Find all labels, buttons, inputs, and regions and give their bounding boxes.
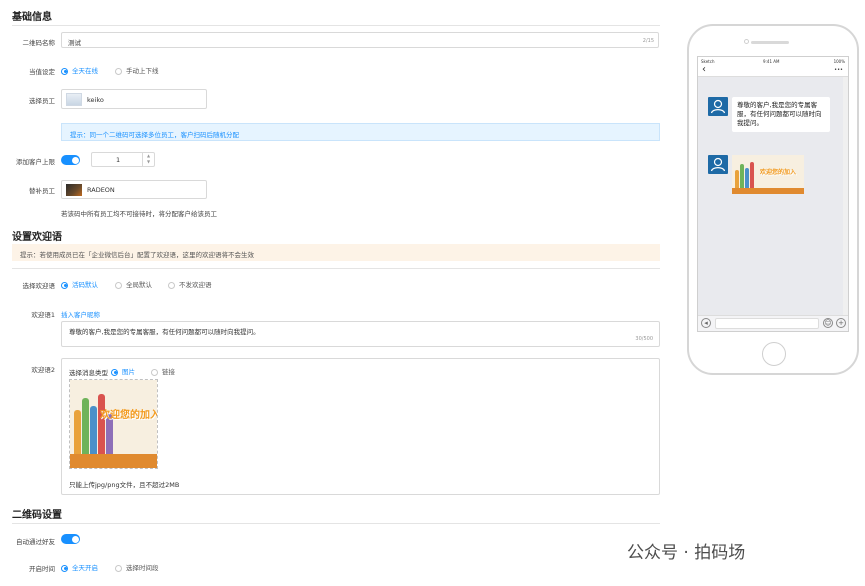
limit-stepper[interactable]: 1 ▲ ▼ [91,152,155,167]
radio-full-day-online[interactable]: 全天在线 [61,65,98,75]
section-title-qr: 二维码设置 [12,510,62,521]
time-label: 开启时间 [29,565,55,573]
limit-value: 1 [116,156,121,164]
radio-off-icon [115,564,122,572]
speaker-icon [751,41,789,44]
radio-label: 全天在线 [72,67,98,75]
welcome-image-caption: 欢迎您的加入 [100,410,157,421]
radio-type-image[interactable]: 图片 [111,366,135,376]
backup-avatar [66,184,82,196]
qr-name-value: 测试 [68,39,81,47]
radio-label: 链接 [162,368,175,376]
radio-on-icon [61,67,68,75]
chat-bubble-text: 尊敬的客户,我是您的专属客服，有任何问题都可以随时向我提问。 [732,97,830,132]
upload-tip: 只能上传jpg/png文件，且不超过2MB [69,481,180,489]
radio-label: 选择时间段 [126,564,159,572]
radio-time-range[interactable]: 选择时间段 [115,562,159,572]
qr-name-input[interactable]: 测试 2/15 [61,32,659,48]
radio-all-day[interactable]: 全天开启 [61,562,98,572]
chat-image-caption: 欢迎您的加入 [760,169,797,176]
welcome-notice-text: 提示：若使用成员已在「企业微信后台」配置了欢迎语，这里的欢迎语将不会生效 [20,251,254,259]
stepper-arrows-icon[interactable]: ▲ ▼ [142,153,154,166]
msg1-label: 欢迎语1 [31,311,55,319]
radio-on-icon [61,564,68,572]
plus-icon[interactable]: + [836,318,846,328]
staff-avatar [66,93,82,106]
msg2-label: 欢迎语2 [31,366,55,374]
section-divider [12,523,660,524]
msg1-count: 30/500 [635,336,653,342]
welcome-image: 欢迎您的加入 [70,380,157,468]
qr-name-label: 二维码名称 [22,39,56,47]
battery: 100% [833,59,845,64]
staff-select[interactable]: keiko [61,89,207,109]
section-title-basic: 基础信息 [12,12,52,23]
backup-name: RADEON [87,186,115,194]
qr-name-count: 2/15 [642,38,654,44]
radio-label: 图片 [122,368,135,376]
radio-off-icon [115,281,122,289]
back-icon[interactable]: ‹ [702,64,706,75]
emoji-icon[interactable]: ☺ [823,318,833,328]
status-label: 当值设定 [29,68,55,76]
msg-type-label: 选择消息类型 [69,369,108,377]
section-divider [12,25,660,26]
chat-text-input[interactable] [715,318,819,329]
scrollbar[interactable] [843,77,848,317]
backup-label: 替补员工 [29,187,55,195]
msg2-box: 选择消息类型 图片 链接 欢迎您的加入 只能上传jpg/png文件，且不超过2M… [61,358,660,495]
radio-label: 手动上下线 [126,67,159,75]
radio-no-welcome[interactable]: 不发欢迎语 [168,279,212,289]
radio-global-default[interactable]: 全局默认 [115,279,152,289]
camera-icon [744,39,749,44]
phone-screen: Sketch 9:41 AM 100% ‹ ••• 尊敬的客户,我是您的专属客服… [697,56,849,332]
staff-label: 选择员工 [29,97,55,105]
radio-off-icon [151,368,158,376]
watermark: 公众号 · 拍码场 [627,543,746,563]
welcome-select-label: 选择欢迎语 [22,282,56,290]
staff-tip-text: 提示：同一个二维码可选择多位员工，客户扫码后随机分配 [70,131,239,139]
radio-label: 全局默认 [126,281,152,289]
chat-input-bar: ◂ ☺ + [698,315,848,331]
section-title-welcome: 设置欢迎语 [12,232,62,243]
more-icon[interactable]: ••• [834,67,843,73]
backup-tip: 若该码中所有员工均不可接待时，将分配客户给该员工 [61,210,217,218]
status-bar: Sketch 9:41 AM 100% [698,57,848,65]
radio-off-icon [115,67,122,75]
staff-name: keiko [87,96,104,104]
backup-select[interactable]: RADEON [61,180,207,199]
section-divider [12,268,660,269]
radio-type-link[interactable]: 链接 [151,366,175,376]
insert-nickname-link[interactable]: 插入客户昵称 [61,309,100,319]
radio-manual-online[interactable]: 手动上下线 [115,65,159,75]
voice-icon[interactable]: ◂ [701,318,711,328]
radio-on-icon [111,368,118,376]
agent-avatar-icon [708,97,728,116]
auto-accept-toggle[interactable] [61,534,80,544]
msg1-text: 尊敬的客户,我是您的专属客服，有任何问题都可以随时向我提问。 [69,328,260,336]
chat-nav: ‹ ••• [698,64,848,77]
msg1-textarea[interactable]: 尊敬的客户,我是您的专属客服，有任何问题都可以随时向我提问。 30/500 [61,321,660,347]
image-upload-area[interactable]: 欢迎您的加入 [69,379,158,469]
welcome-notice-box: 提示：若使用成员已在「企业微信后台」配置了欢迎语，这里的欢迎语将不会生效 [12,244,660,261]
radio-off-icon [168,281,175,289]
staff-tip-box: 提示：同一个二维码可选择多位员工，客户扫码后随机分配 [61,123,660,141]
limit-toggle[interactable] [61,155,80,165]
radio-label: 活码默认 [72,281,98,289]
chat-bubble-image: 欢迎您的加入 [732,155,804,194]
home-button[interactable] [762,342,786,366]
limit-label: 添加客户上限 [16,158,55,166]
phone-preview: Sketch 9:41 AM 100% ‹ ••• 尊敬的客户,我是您的专属客服… [687,24,859,375]
status-time: 9:41 AM [763,59,780,64]
auto-accept-label: 自动通过好友 [16,538,55,546]
radio-label: 全天开启 [72,564,98,572]
radio-on-icon [61,281,68,289]
radio-qr-default[interactable]: 活码默认 [61,279,98,289]
agent-avatar-icon [708,155,728,174]
radio-label: 不发欢迎语 [179,281,212,289]
